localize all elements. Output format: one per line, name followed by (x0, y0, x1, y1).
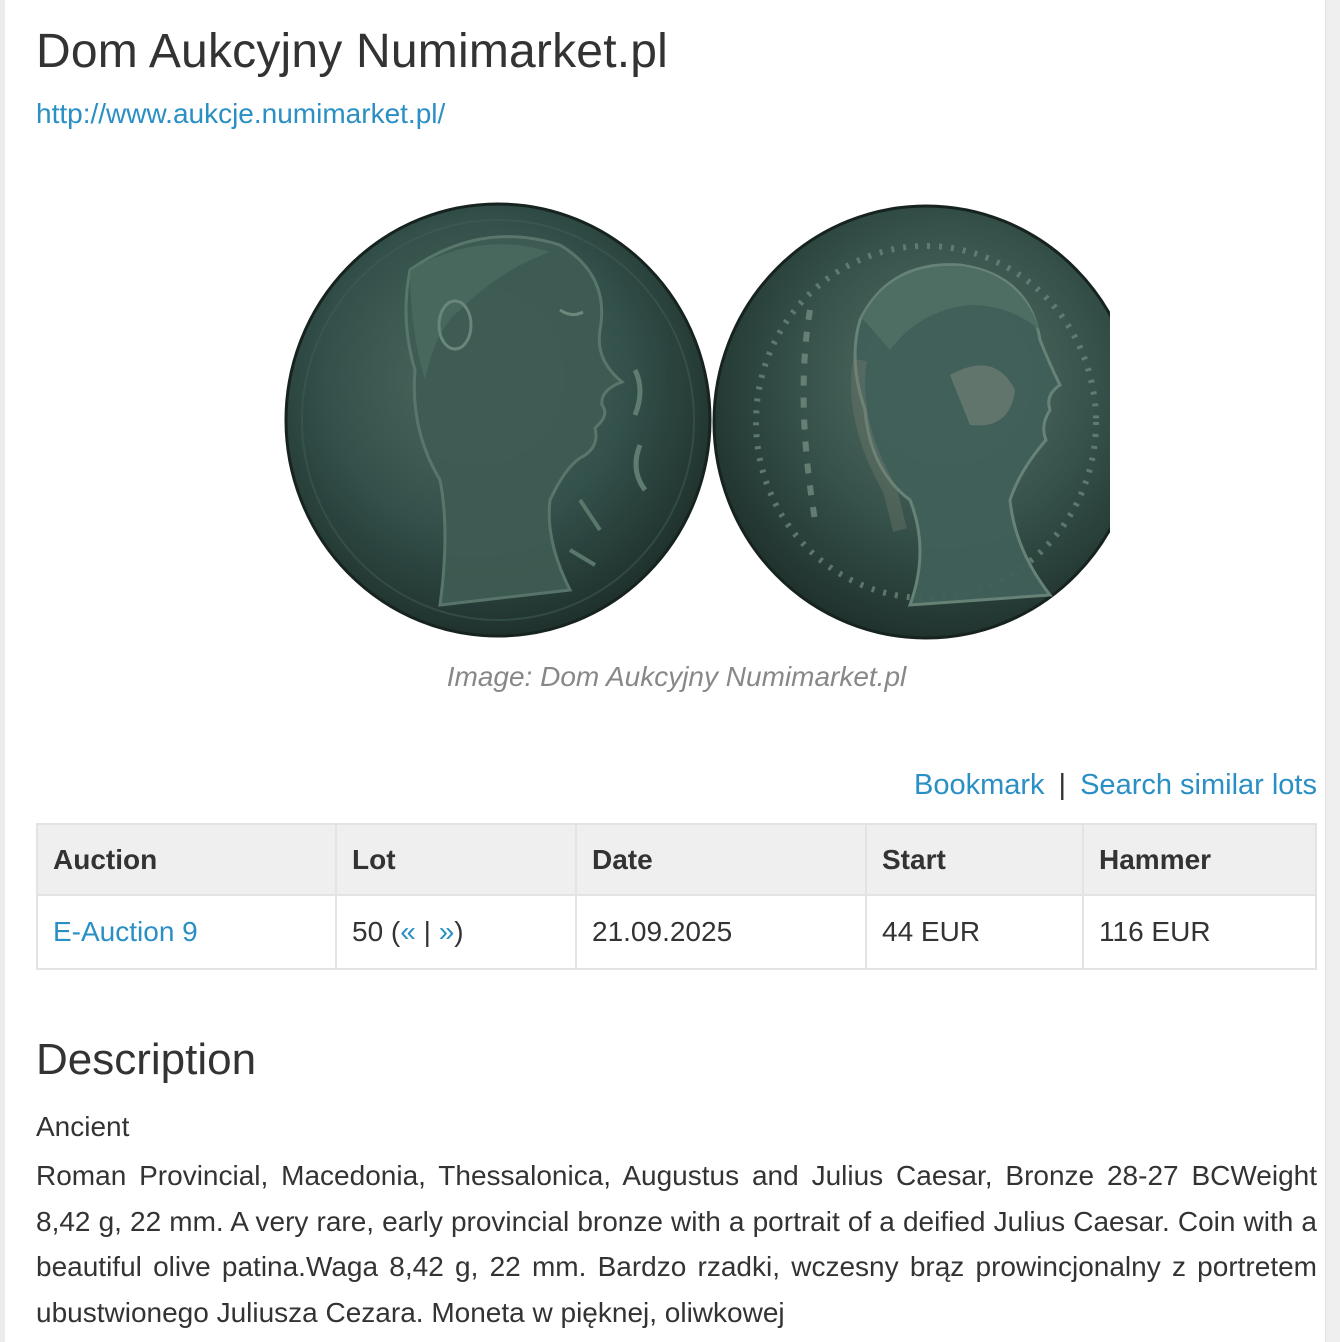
table-header-row: Auction Lot Date Start Hammer (36, 823, 1317, 896)
column-header-start: Start (865, 823, 1084, 896)
coin-image[interactable] (250, 200, 1140, 640)
column-header-lot: Lot (335, 823, 577, 896)
coin-reverse (712, 204, 1140, 640)
previous-lot-link[interactable]: « (400, 916, 416, 947)
lot-info-table: Auction Lot Date Start Hammer E-Auction … (36, 823, 1317, 970)
description-category: Ancient (36, 1111, 130, 1142)
lot-actions: Bookmark | Search similar lots (914, 769, 1317, 802)
next-lot-link[interactable]: » (439, 916, 455, 947)
lot-paren-open: ( (383, 916, 401, 947)
coin-obverse (284, 202, 712, 638)
image-caption: Image: Dom Aukcyjny Numimarket.pl (446, 661, 907, 692)
lot-number: 50 (352, 916, 384, 947)
table-row: E-Auction 9 50 (« | ») 21.09.2025 44 EUR… (36, 894, 1317, 970)
page-left-edge (0, 0, 5, 1342)
auction-house-title: Dom Aukcyjny Numimarket.pl (36, 25, 669, 78)
column-header-auction: Auction (36, 823, 337, 896)
scrollbar-track[interactable] (1325, 0, 1340, 1342)
description-heading: Description (36, 1035, 257, 1084)
date-cell: 21.09.2025 (575, 894, 867, 970)
actions-separator: | (1058, 769, 1067, 801)
bookmark-link[interactable]: Bookmark (914, 769, 1045, 801)
search-similar-lots-link[interactable]: Search similar lots (1080, 769, 1317, 801)
auction-house-url-link[interactable]: http://www.aukcje.numimarket.pl/ (36, 98, 445, 130)
lot-nav-separator: | (415, 916, 439, 947)
start-price-cell: 44 EUR (865, 894, 1084, 970)
auction-link[interactable]: E-Auction 9 (53, 916, 198, 947)
lot-cell: 50 (« | ») (335, 894, 577, 970)
hammer-price-cell: 116 EUR (1082, 894, 1317, 970)
auction-cell: E-Auction 9 (36, 894, 337, 970)
description-text: Roman Provincial, Macedonia, Thessalonic… (36, 1160, 1317, 1328)
column-header-date: Date (575, 823, 867, 896)
lot-paren-close: ) (454, 916, 464, 947)
column-header-hammer: Hammer (1082, 823, 1317, 896)
